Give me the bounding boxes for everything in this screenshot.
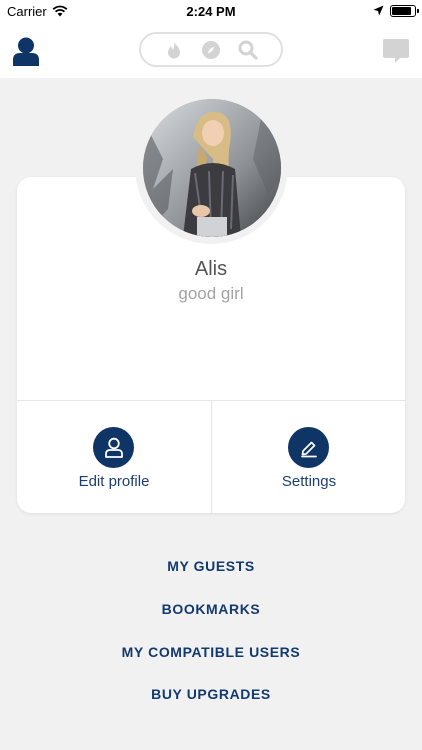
battery-fill <box>392 7 411 15</box>
edit-profile-button[interactable]: Edit profile <box>17 401 211 513</box>
user-icon <box>93 427 134 468</box>
pencil-icon <box>288 427 329 468</box>
settings-button[interactable]: Settings <box>212 401 406 513</box>
status-bar: Carrier 2:24 PM <box>0 0 422 24</box>
profile-icon[interactable] <box>12 36 40 66</box>
edit-profile-label: Edit profile <box>78 473 150 490</box>
settings-label: Settings <box>281 473 337 490</box>
compatible-users-link[interactable]: MY COMPATIBLE USERS <box>0 644 422 660</box>
profile-name: Alis <box>194 258 228 280</box>
buy-upgrades-link[interactable]: BUY UPGRADES <box>0 686 422 702</box>
nav-bar <box>0 24 422 78</box>
battery-icon <box>390 5 419 17</box>
segmented-control <box>139 32 283 67</box>
search-icon[interactable] <box>237 39 259 61</box>
my-guests-link[interactable]: MY GUESTS <box>0 558 422 574</box>
compass-icon[interactable] <box>200 39 222 61</box>
chat-icon[interactable] <box>382 37 410 65</box>
avatar-photo <box>142 98 281 237</box>
bookmarks-link[interactable]: BOOKMARKS <box>0 601 422 617</box>
location-arrow-icon <box>373 5 384 16</box>
flame-icon[interactable] <box>163 39 185 61</box>
avatar[interactable] <box>142 98 281 237</box>
clock: 2:24 PM <box>186 4 236 19</box>
avatar-ring <box>135 91 288 244</box>
profile-status: good girl <box>178 284 244 303</box>
